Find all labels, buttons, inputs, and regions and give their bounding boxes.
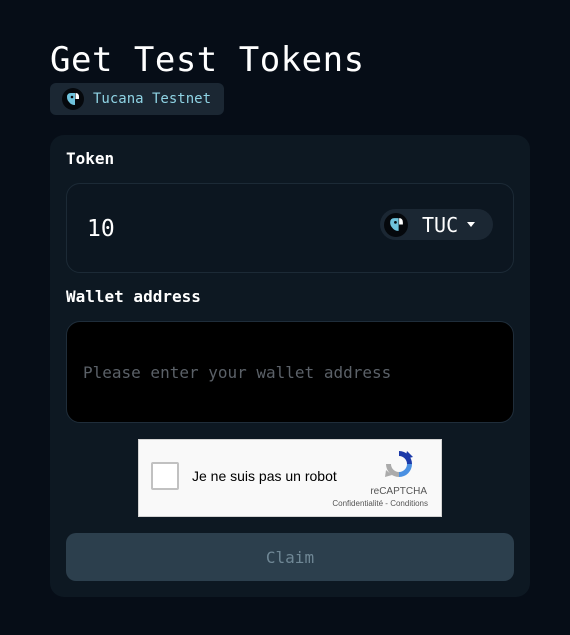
token-selector[interactable]: TUC <box>380 209 493 240</box>
recaptcha-label: Je ne suis pas un robot <box>192 468 337 484</box>
recaptcha-widget: Je ne suis pas un robot reCAPTCHA Confid… <box>138 439 442 517</box>
recaptcha-terms-link[interactable]: Conditions <box>390 499 428 508</box>
token-label: Token <box>66 149 115 168</box>
tucana-logo-icon <box>62 88 84 110</box>
token-amount-box: 10 TUC <box>66 183 514 273</box>
tucana-logo-icon <box>384 212 408 237</box>
recaptcha-links: Confidentialité - Conditions <box>332 499 428 508</box>
recaptcha-checkbox[interactable] <box>151 462 179 490</box>
network-name: Tucana Testnet <box>93 91 212 107</box>
recaptcha-privacy-link[interactable]: Confidentialité <box>332 499 383 508</box>
page-title: Get Test Tokens <box>50 40 365 80</box>
network-badge: Tucana Testnet <box>50 83 224 115</box>
recaptcha-logo-icon <box>385 451 413 477</box>
claim-button[interactable]: Claim <box>66 533 514 581</box>
faucet-card: Token 10 TUC Wallet address Je ne suis p… <box>50 135 530 597</box>
wallet-address-input[interactable] <box>66 321 514 423</box>
recaptcha-brand: reCAPTCHA <box>370 486 427 497</box>
token-amount[interactable]: 10 <box>87 216 115 242</box>
caret-down-icon <box>467 222 476 227</box>
token-symbol: TUC <box>422 212 459 237</box>
wallet-address-label: Wallet address <box>66 287 201 306</box>
